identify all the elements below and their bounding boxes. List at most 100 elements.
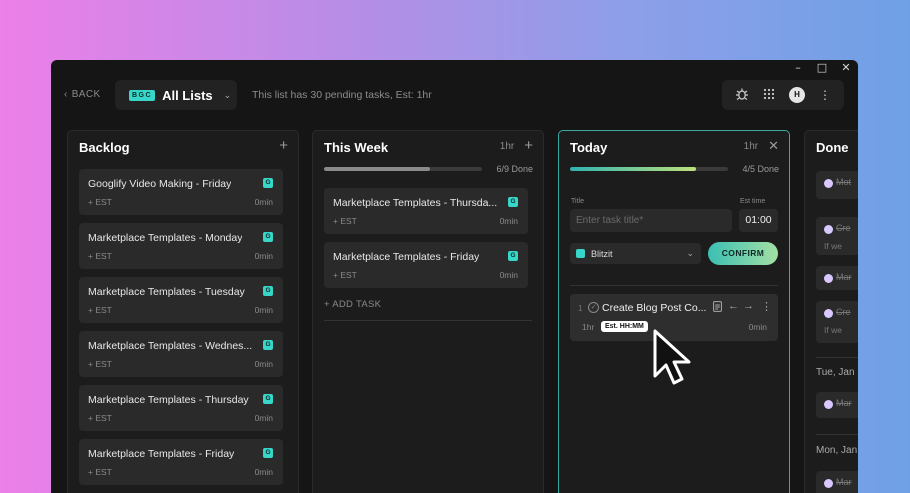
check-circle-icon[interactable]: ✓ [588, 302, 599, 313]
project-badge: G [508, 197, 518, 207]
bug-icon[interactable] [735, 87, 749, 104]
done-card[interactable]: Mot [816, 171, 858, 199]
task-time: 0min [254, 413, 273, 423]
back-button[interactable]: ‹ BACK [64, 89, 101, 100]
window-controls: – □ ✕ [786, 60, 858, 78]
column-actions: 1hr + [499, 138, 533, 153]
checked-icon [824, 309, 833, 318]
done-title: Mot [836, 177, 852, 187]
task-time: 0min [254, 197, 273, 207]
done-card[interactable]: Mar [816, 266, 858, 290]
task-time: 0min [254, 305, 273, 315]
task-title: Marketplace Templates - Thursday [88, 394, 249, 406]
done-count: 4/5 Done [742, 164, 779, 174]
arrow-left-icon[interactable]: ← [728, 300, 739, 312]
close-window-icon[interactable]: ✕ [834, 60, 858, 76]
mouse-cursor-icon [653, 329, 691, 385]
list-selector[interactable]: BGC All Lists ⌄ [115, 80, 237, 110]
grid-menu-icon[interactable] [763, 88, 775, 103]
add-estimate[interactable]: + EST [333, 270, 357, 280]
task-card[interactable]: Marketplace Templates - Monday G + EST 0… [79, 223, 283, 269]
done-card[interactable]: Cre If we [816, 301, 858, 343]
back-label: BACK [71, 89, 101, 100]
more-vertical-icon[interactable]: ⋮ [819, 88, 831, 102]
done-title: Cre [836, 307, 851, 317]
task-title-input[interactable] [570, 209, 732, 232]
app-window: – □ ✕ ‹ BACK BGC All Lists ⌄ This list h… [51, 60, 858, 493]
task-title: Marketplace Templates - Tuesday [88, 286, 245, 298]
done-card[interactable]: Cre If we [816, 217, 858, 255]
arrow-right-icon[interactable]: → [743, 300, 754, 312]
done-card[interactable]: Mar [816, 471, 858, 493]
add-task-button[interactable]: + ADD TASK [324, 299, 381, 310]
checked-icon [824, 274, 833, 283]
date-group-label: Tue, Jan [816, 367, 855, 378]
plus-icon[interactable]: + [524, 138, 533, 153]
column-done: Done Mot Cre If we Mar Cre If we Tue, Ja… [804, 130, 858, 493]
task-time: 0min [254, 251, 273, 261]
done-card[interactable]: Mar [816, 392, 858, 418]
column-title: Backlog [79, 140, 130, 155]
done-title: Mar [836, 477, 852, 487]
minimize-icon[interactable]: – [786, 60, 810, 76]
project-select[interactable]: Blitzit ⌄ [570, 243, 701, 264]
add-estimate[interactable]: + EST [88, 305, 112, 315]
column-title: Done [816, 140, 849, 155]
add-estimate[interactable]: + EST [333, 216, 357, 226]
task-title: Marketplace Templates - Wednes... [88, 340, 253, 352]
done-note: If we [824, 325, 842, 335]
chevron-down-icon: ⌄ [686, 248, 694, 258]
estimate-tooltip: Est. HH:MM [601, 321, 648, 332]
task-estimate[interactable]: 1hr [582, 322, 594, 332]
column-estimate: 1hr [499, 140, 515, 152]
plus-icon[interactable]: + [279, 138, 288, 153]
divider [816, 434, 858, 435]
task-card[interactable]: Marketplace Templates - Friday G + EST 0… [79, 439, 283, 485]
add-estimate[interactable]: + EST [88, 467, 112, 477]
task-time: 0min [254, 467, 273, 477]
project-badge: G [263, 232, 273, 242]
est-time-input[interactable]: 01:00 [739, 209, 778, 232]
add-estimate[interactable]: + EST [88, 413, 112, 423]
list-badge: BGC [129, 89, 156, 101]
more-vertical-icon[interactable]: ⋮ [761, 300, 772, 313]
column-today: Today 1hr ✕ 4/5 Done Title Est time 01:0… [558, 130, 790, 493]
task-card[interactable]: Marketplace Templates - Wednes... G + ES… [79, 331, 283, 377]
add-estimate[interactable]: + EST [88, 359, 112, 369]
progress-fill [570, 167, 697, 171]
task-card[interactable]: Marketplace Templates - Tuesday G + EST … [79, 277, 283, 323]
task-card[interactable]: Googlify Video Making - Friday G + EST 0… [79, 169, 283, 215]
done-count: 6/9 Done [496, 164, 533, 174]
task-card[interactable]: Marketplace Templates - Friday G + EST 0… [324, 242, 528, 288]
chevron-down-icon: ⌄ [223, 89, 232, 100]
task-index: 1 [578, 304, 583, 313]
project-badge: G [263, 178, 273, 188]
chevron-left-icon: ‹ [64, 89, 68, 100]
task-time: 0min [499, 216, 518, 226]
progress-bar [570, 167, 728, 171]
task-card[interactable]: Marketplace Templates - Thursda... G + E… [324, 188, 528, 234]
task-title: Marketplace Templates - Monday [88, 232, 243, 244]
avatar[interactable]: H [789, 87, 805, 103]
task-time: 0min [254, 359, 273, 369]
confirm-button[interactable]: CONFIRM [708, 242, 778, 265]
project-badge: G [263, 448, 273, 458]
title-label: Title [571, 198, 584, 205]
project-badge: G [263, 286, 273, 296]
top-bar: ‹ BACK BGC All Lists ⌄ This list has 30 … [51, 78, 858, 112]
add-estimate[interactable]: + EST [88, 251, 112, 261]
checked-icon [824, 479, 833, 488]
progress-bar [324, 167, 482, 171]
add-estimate[interactable]: + EST [88, 197, 112, 207]
maximize-icon[interactable]: □ [810, 60, 834, 76]
task-title: Create Blog Post Co... [602, 302, 707, 314]
project-name: Blitzit [591, 248, 613, 259]
note-icon[interactable] [713, 301, 722, 315]
est-time-label: Est time [740, 198, 766, 205]
task-card[interactable]: Marketplace Templates - Thursday G + EST… [79, 385, 283, 431]
done-title: Cre [836, 223, 851, 233]
project-badge: G [508, 251, 518, 261]
column-title: Today [570, 140, 608, 155]
close-icon[interactable]: ✕ [768, 139, 779, 152]
column-estimate: 1hr [743, 140, 759, 152]
